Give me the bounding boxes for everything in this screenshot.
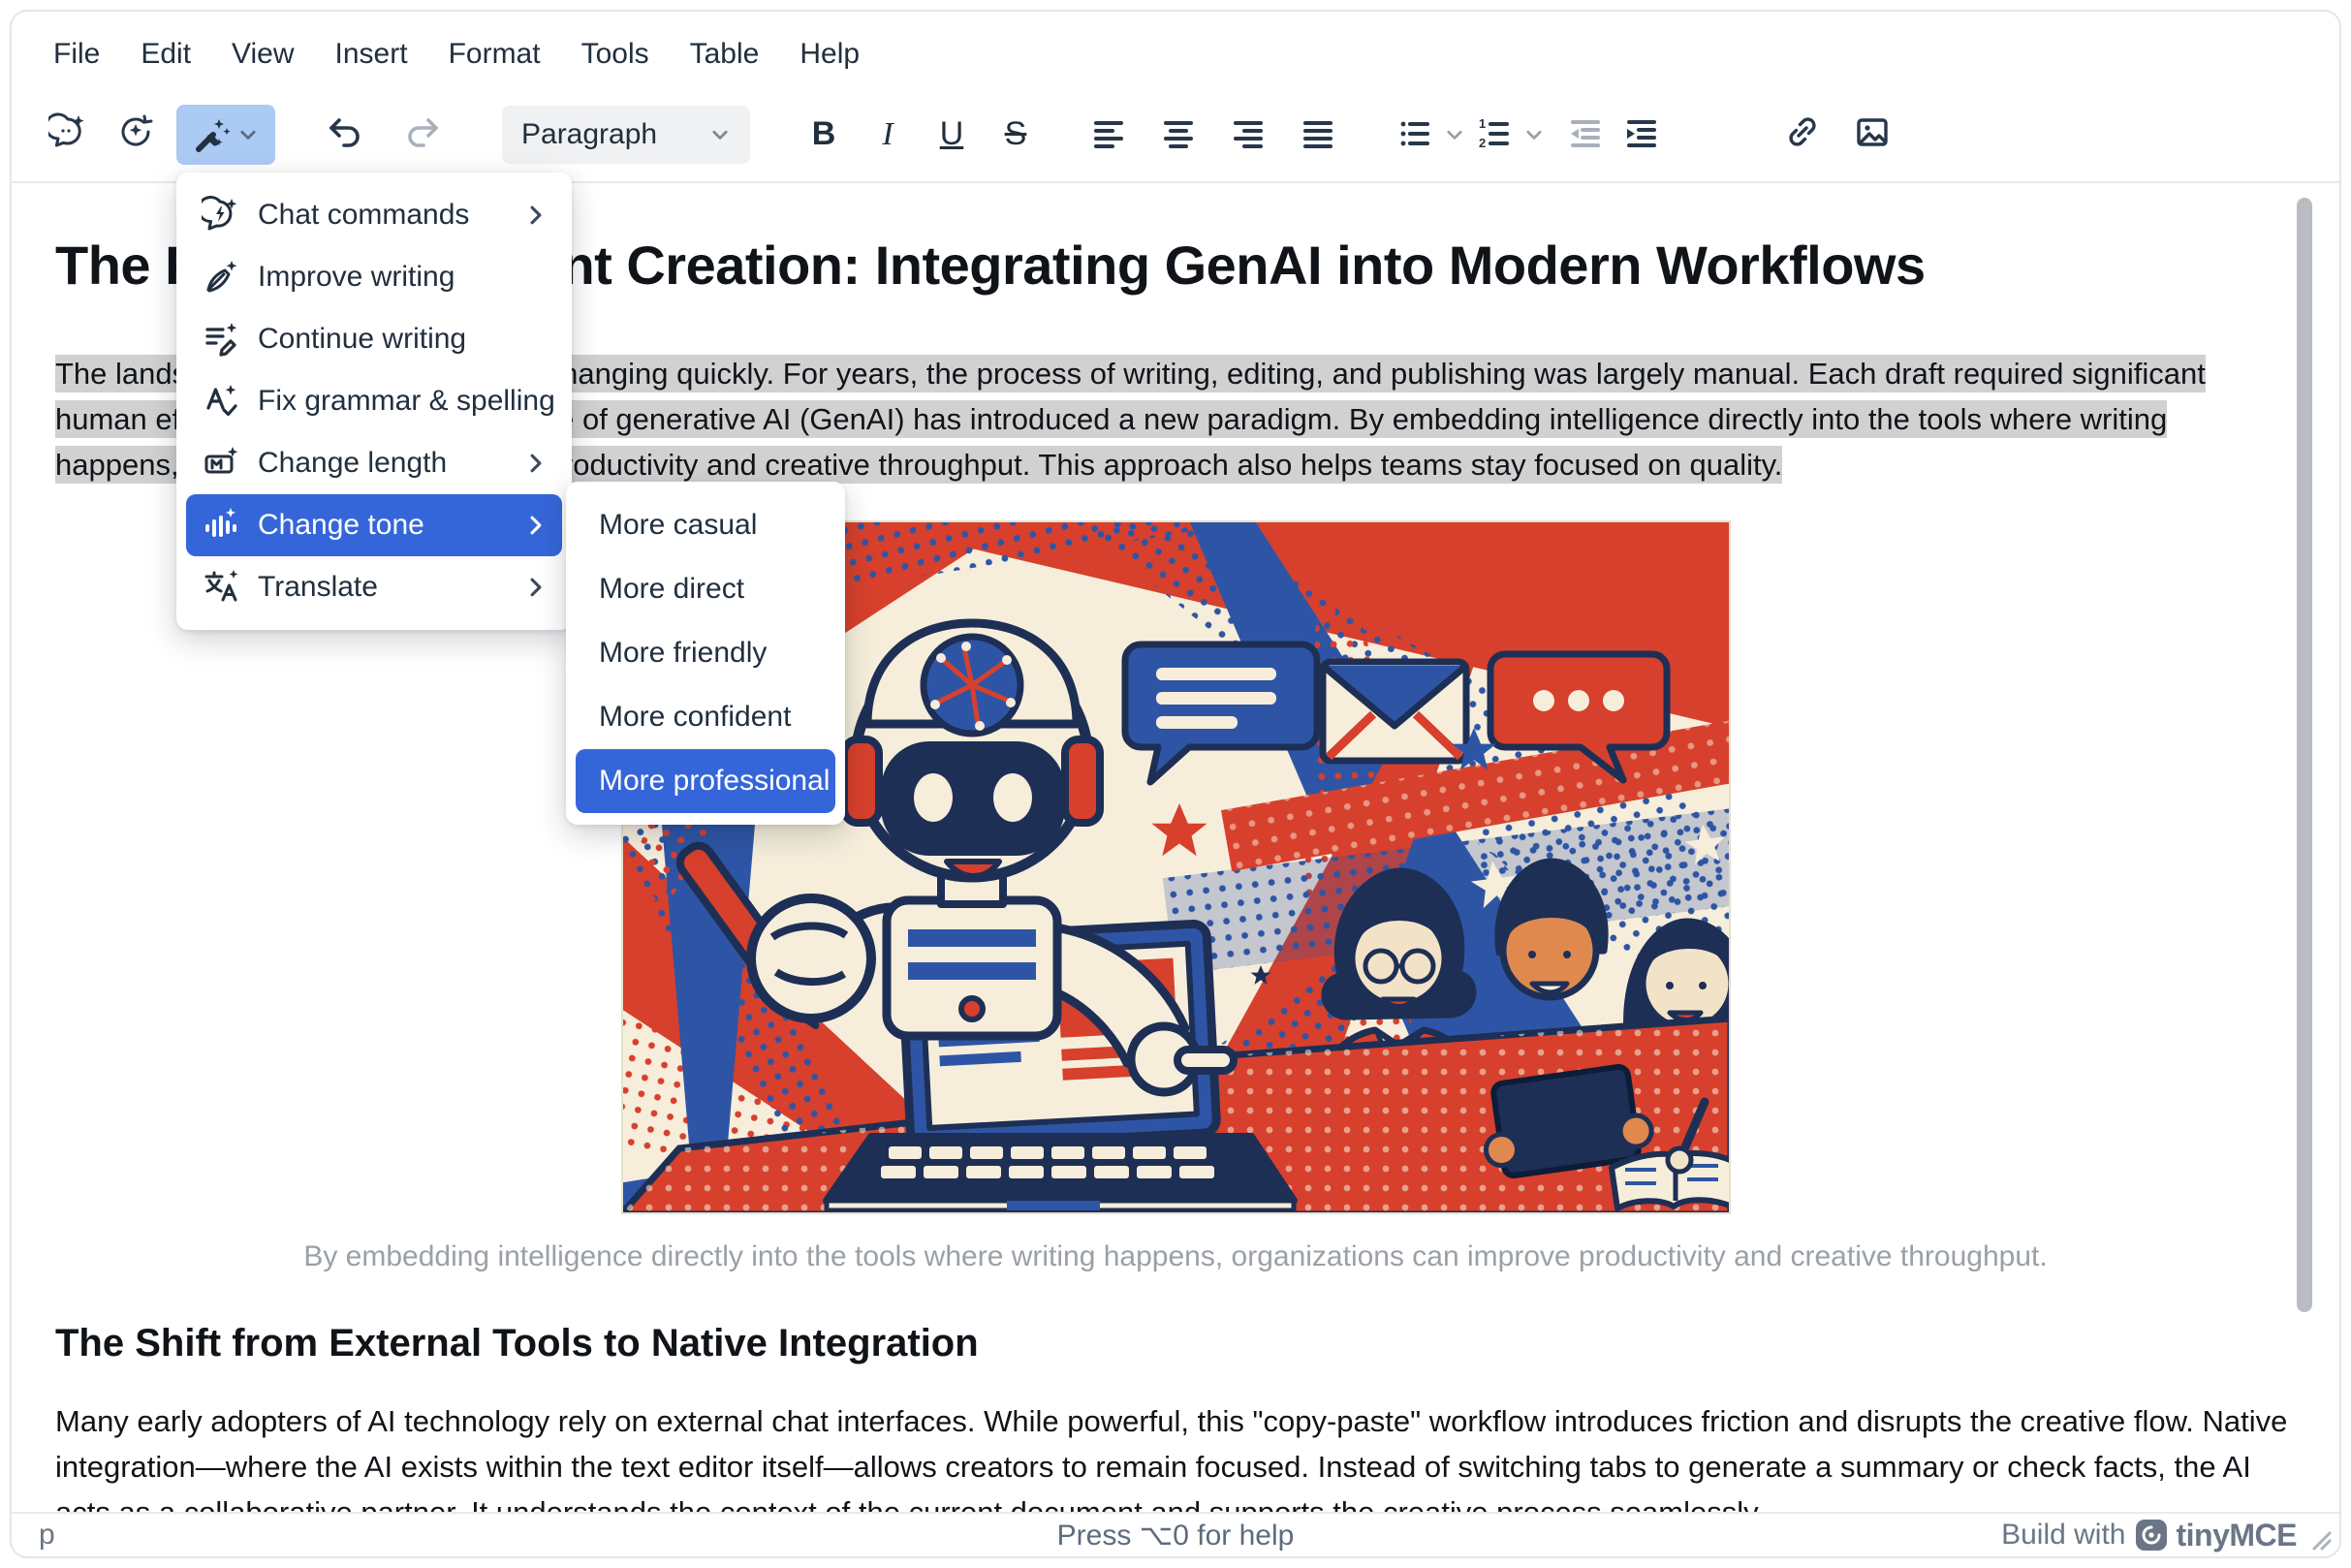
ai-shortcuts-icon bbox=[48, 112, 87, 156]
underline-button[interactable]: U bbox=[925, 108, 979, 162]
chevron-down-icon[interactable] bbox=[1523, 124, 1545, 145]
change-length-icon bbox=[202, 444, 240, 483]
toolbar: Paragraph B I U S 12 bbox=[12, 87, 2339, 183]
section-heading[interactable]: The Shift from External Tools to Native … bbox=[55, 1322, 2296, 1365]
link-icon bbox=[1783, 112, 1822, 156]
menu-item-fix-grammar[interactable]: Fix grammar & spelling bbox=[186, 370, 562, 432]
undo-icon bbox=[326, 112, 364, 156]
block-format-value: Paragraph bbox=[521, 118, 657, 151]
redo-icon bbox=[403, 112, 442, 156]
status-bar: p Press ⌥0 for help Build with tinyMCE bbox=[12, 1512, 2339, 1556]
menu-item-change-tone[interactable]: Change tone bbox=[186, 494, 562, 556]
tinymce-editor-window: File Edit View Insert Format Tools Table… bbox=[0, 0, 2351, 1568]
svg-text:2: 2 bbox=[1479, 136, 1486, 150]
svg-text:1: 1 bbox=[1479, 116, 1486, 131]
improve-writing-icon bbox=[202, 258, 240, 297]
image-button[interactable] bbox=[1845, 108, 1899, 162]
ai-review-icon bbox=[116, 112, 155, 156]
italic-button[interactable]: I bbox=[861, 108, 915, 162]
bullet-list-icon bbox=[1395, 112, 1434, 156]
ai-dropdown-menu: Chat commands Improve writing Continue w… bbox=[176, 172, 572, 630]
italic-icon: I bbox=[861, 116, 915, 153]
resize-handle[interactable] bbox=[2306, 1525, 2332, 1551]
ai-review-button[interactable] bbox=[109, 108, 163, 162]
menu-item-improve-writing[interactable]: Improve writing bbox=[186, 246, 562, 308]
bold-button[interactable]: B bbox=[797, 108, 851, 162]
menu-file[interactable]: File bbox=[37, 30, 116, 78]
align-justify-icon bbox=[1299, 112, 1337, 156]
chat-commands-icon bbox=[202, 196, 240, 235]
continue-writing-icon bbox=[202, 320, 240, 359]
submenu-item-more-professional[interactable]: More professional bbox=[576, 749, 835, 813]
menu-tools[interactable]: Tools bbox=[565, 30, 666, 78]
menu-item-chat-commands[interactable]: Chat commands bbox=[186, 184, 562, 246]
align-right-button[interactable] bbox=[1221, 108, 1275, 162]
chevron-down-icon bbox=[709, 124, 731, 145]
align-center-icon bbox=[1159, 112, 1198, 156]
menu-item-change-length[interactable]: Change length bbox=[186, 432, 562, 494]
scrollbar-thumb[interactable] bbox=[2297, 198, 2312, 1312]
submenu-item-more-casual[interactable]: More casual bbox=[576, 493, 835, 557]
chevron-down-icon bbox=[237, 124, 259, 145]
outdent-button[interactable] bbox=[1558, 108, 1613, 162]
menu-help[interactable]: Help bbox=[783, 30, 876, 78]
bold-icon: B bbox=[797, 115, 851, 153]
align-center-button[interactable] bbox=[1151, 108, 1206, 162]
chevron-right-icon bbox=[523, 513, 549, 538]
indent-icon bbox=[1622, 112, 1661, 156]
image-icon bbox=[1853, 112, 1892, 156]
chevron-right-icon bbox=[523, 203, 549, 228]
chevron-right-icon bbox=[523, 575, 549, 600]
menu-table[interactable]: Table bbox=[674, 30, 776, 78]
indent-button[interactable] bbox=[1614, 108, 1669, 162]
menu-item-translate[interactable]: Translate bbox=[186, 556, 562, 618]
menu-bar: File Edit View Insert Format Tools Table… bbox=[12, 12, 2339, 87]
translate-icon bbox=[202, 568, 240, 607]
change-tone-icon bbox=[202, 506, 240, 545]
numbered-list-button[interactable]: 12 bbox=[1467, 108, 1521, 162]
align-left-button[interactable] bbox=[1081, 108, 1136, 162]
fix-grammar-icon bbox=[202, 382, 240, 421]
menu-format[interactable]: Format bbox=[432, 30, 557, 78]
menu-insert[interactable]: Insert bbox=[319, 30, 424, 78]
link-button[interactable] bbox=[1775, 108, 1830, 162]
bullet-list-button[interactable] bbox=[1388, 108, 1442, 162]
chevron-right-icon bbox=[523, 451, 549, 476]
submenu-item-more-friendly[interactable]: More friendly bbox=[576, 621, 835, 685]
strikethrough-icon: S bbox=[988, 115, 1043, 153]
change-tone-submenu: More casual More direct More friendly Mo… bbox=[566, 482, 845, 825]
underline-icon: U bbox=[925, 115, 979, 153]
ai-wand-button[interactable] bbox=[176, 105, 275, 165]
align-left-icon bbox=[1089, 112, 1128, 156]
submenu-item-more-confident[interactable]: More confident bbox=[576, 685, 835, 749]
menu-item-continue-writing[interactable]: Continue writing bbox=[186, 308, 562, 370]
strikethrough-button[interactable]: S bbox=[988, 108, 1043, 162]
body-paragraph[interactable]: Many early adopters of AI technology rel… bbox=[55, 1398, 2296, 1512]
chevron-down-icon[interactable] bbox=[1444, 124, 1465, 145]
block-format-select[interactable]: Paragraph bbox=[502, 106, 750, 164]
menu-view[interactable]: View bbox=[215, 30, 310, 78]
align-justify-button[interactable] bbox=[1291, 108, 1345, 162]
figure-caption[interactable]: By embedding intelligence directly into … bbox=[55, 1240, 2296, 1273]
outdent-icon bbox=[1566, 112, 1605, 156]
undo-button[interactable] bbox=[318, 108, 372, 162]
magic-wand-icon bbox=[193, 115, 232, 154]
redo-button[interactable] bbox=[395, 108, 450, 162]
ai-shortcuts-button[interactable] bbox=[41, 108, 95, 162]
submenu-item-more-direct[interactable]: More direct bbox=[576, 557, 835, 621]
align-right-icon bbox=[1229, 112, 1268, 156]
menu-edit[interactable]: Edit bbox=[124, 30, 207, 78]
numbered-list-icon: 12 bbox=[1475, 112, 1514, 156]
help-shortcut-text: Press ⌥0 for help bbox=[12, 1519, 2339, 1552]
